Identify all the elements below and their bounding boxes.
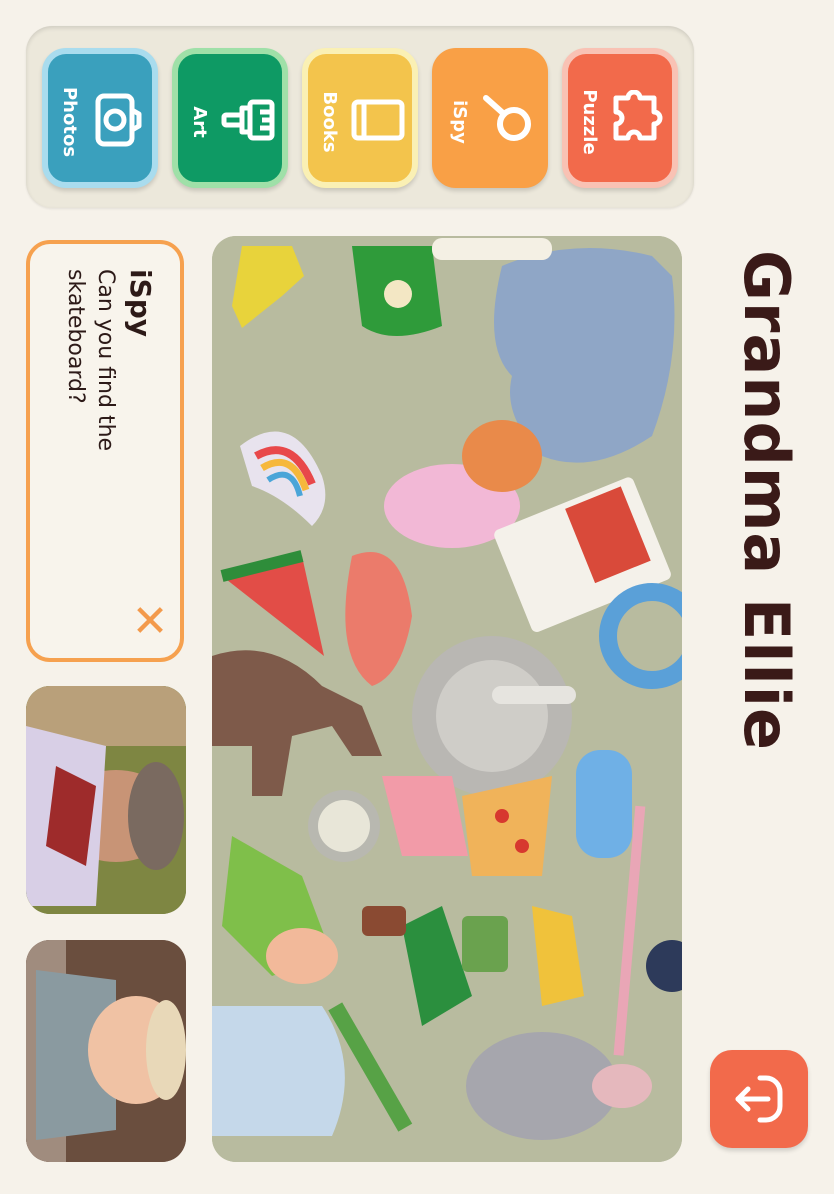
book-icon (351, 99, 405, 141)
toy-collage-drawing (212, 236, 682, 1162)
books-button[interactable]: Books (302, 48, 418, 188)
exit-button[interactable] (710, 1050, 808, 1148)
puzzle-icon (613, 90, 663, 141)
video-grandma (26, 686, 186, 914)
puzzle-label: Puzzle (579, 89, 600, 155)
photos-label: Photos (59, 86, 80, 158)
photos-button[interactable]: Photos (42, 48, 158, 188)
books-label: Books (319, 91, 340, 153)
paintbrush-icon (221, 99, 275, 141)
exit-icon (735, 1075, 783, 1123)
grandma-video-frame (26, 686, 186, 914)
ispy-text: iSpy Can you find the skateboard? (23, 249, 173, 649)
skateboard (576, 750, 632, 858)
ispy-question: Can you find the skateboard? (63, 269, 118, 452)
toy-collage-image[interactable] (212, 236, 682, 1162)
ispy-title: iSpy (124, 269, 157, 338)
app-toolbar: Photos Art Books iSpy Puzzle (26, 26, 694, 208)
map-piece (462, 916, 508, 972)
ispy-label: iSpy (449, 100, 470, 144)
knit-hat (212, 1006, 345, 1136)
close-icon[interactable]: ✕ (130, 600, 170, 644)
page-title: Grandma Ellie (730, 250, 803, 752)
camera-icon (95, 93, 142, 147)
puzzle-button[interactable]: Puzzle (562, 48, 678, 188)
magnifier-icon (483, 95, 531, 141)
art-button[interactable]: Art (172, 48, 288, 188)
ispy-card: iSpy Can you find the skateboard? ✕ (26, 240, 184, 662)
ispy-button[interactable]: iSpy (432, 48, 548, 188)
art-label: Art (189, 106, 210, 138)
child-video-frame (26, 940, 186, 1162)
video-child (26, 940, 186, 1162)
